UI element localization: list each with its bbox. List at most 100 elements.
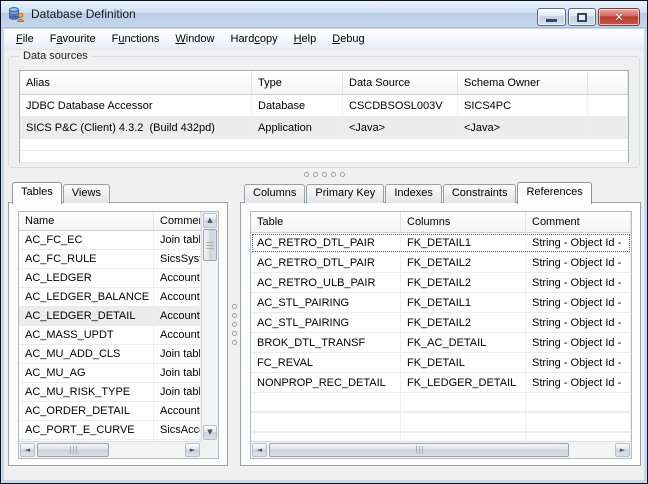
cell-table: AC_RETRO_DTL_PAIR: [251, 233, 401, 253]
cell-comment: String - Object Id -: [526, 333, 631, 353]
tab[interactable]: Columns: [244, 184, 306, 203]
column-header[interactable]: Table: [251, 212, 401, 232]
data-source-row[interactable]: SICS P&C (Client) 4.3.2 (Build 432pd) Ap…: [20, 117, 628, 139]
column-header[interactable]: Comment: [154, 212, 201, 230]
window-controls: ✕: [537, 8, 640, 26]
maximize-button[interactable]: [568, 8, 596, 26]
table-row[interactable]: AC_LEDGER_BALANCE Accountin: [19, 288, 201, 307]
horizontal-scrollbar-thumb[interactable]: [37, 443, 109, 457]
table-row[interactable]: AC_MU_AG Join table: [19, 364, 201, 383]
cell-empty: [251, 393, 401, 412]
tab[interactable]: Views: [62, 184, 110, 203]
column-header[interactable]: Data Source: [343, 71, 458, 94]
tables-list: Name Comment AC_FC_EC Join table: [18, 211, 219, 459]
cell-name: AC_MU_ADD_CLS: [19, 345, 154, 364]
cell-columns: FK_LEDGER_DETAIL: [401, 373, 526, 393]
table-row[interactable]: AC_MU_RISK_TYPE Join table: [19, 383, 201, 402]
menu-item[interactable]: Debug: [324, 30, 372, 48]
reference-row[interactable]: FC_REVAL FK_DETAIL String - Object Id -: [251, 353, 631, 373]
table-row[interactable]: AC_ORDER_DETAIL Accountin: [19, 402, 201, 421]
scroll-right-button[interactable]: ►: [615, 443, 630, 457]
scroll-right-button[interactable]: ►: [185, 443, 200, 457]
reference-row[interactable]: AC_STL_PAIRING FK_DETAIL1 String - Objec…: [251, 293, 631, 313]
tab[interactable]: Indexes: [385, 184, 442, 203]
cell-columns: FK_AC_DETAIL: [401, 333, 526, 353]
cell-comment: String - Object Id -: [526, 233, 631, 253]
horizontal-scrollbar-thumb[interactable]: [269, 443, 569, 457]
reference-row[interactable]: AC_RETRO_DTL_PAIR FK_DETAIL2 String - Ob…: [251, 253, 631, 273]
table-row[interactable]: AC_FC_RULE SicsSyste: [19, 250, 201, 269]
table-row[interactable]: AC_PORT_E_CURVE SicsAccou: [19, 421, 201, 440]
menu-item[interactable]: Window: [167, 30, 222, 48]
arrow-up-icon: ▲: [207, 216, 213, 224]
cell-empty: [526, 393, 631, 412]
menu-item[interactable]: File: [8, 30, 42, 48]
menu-item[interactable]: Favourite: [42, 30, 104, 48]
tables-list-header: Name Comment: [19, 212, 201, 231]
menu-item[interactable]: Functions: [104, 30, 168, 48]
reference-row[interactable]: AC_STL_PAIRING FK_DETAIL2 String - Objec…: [251, 313, 631, 333]
cell-name: AC_ORDER_DETAIL: [19, 402, 154, 421]
table-row[interactable]: AC_FC_EC Join table: [19, 231, 201, 250]
cell-name: AC_LEDGER_DETAIL: [19, 307, 154, 326]
titlebar: Database Definition ✕: [1, 1, 647, 28]
column-header[interactable]: Comment: [526, 212, 631, 232]
cell-name: AC_FC_RULE: [19, 250, 154, 269]
table-row[interactable]: AC_LEDGER_DETAIL Accountin: [19, 307, 201, 326]
vertical-scrollbar[interactable]: ▲ ▼: [201, 212, 218, 441]
horizontal-splitter[interactable]: [4, 168, 644, 181]
reference-row[interactable]: AC_RETRO_ULB_PAIR FK_DETAIL2 String - Ob…: [251, 273, 631, 293]
data-source-row[interactable]: JDBC Database Accessor Database CSCDBSOS…: [20, 95, 628, 117]
scroll-left-button[interactable]: ◄: [20, 443, 35, 457]
cell-comment: String - Object Id -: [526, 353, 631, 373]
right-tabs: Columns Primary Key Indexes Constraints …: [244, 182, 593, 204]
horizontal-scrollbar[interactable]: ◄ ►: [251, 441, 631, 458]
column-header[interactable]: Type: [252, 71, 343, 94]
tab[interactable]: Tables: [12, 182, 62, 204]
scroll-up-button[interactable]: ▲: [203, 213, 217, 228]
cell-schema-owner: <Java>: [458, 117, 588, 139]
app-body: File Favourite Functions Window Hardcopy…: [4, 29, 644, 480]
cell-data-source: CSCDBSOSL003V: [343, 95, 458, 117]
column-header[interactable]: Alias: [20, 71, 252, 94]
close-button[interactable]: ✕: [598, 8, 640, 26]
cell-empty: [251, 433, 401, 441]
reference-row[interactable]: NONPROP_REC_DETAIL FK_LEDGER_DETAIL Stri…: [251, 373, 631, 393]
menu-item[interactable]: Help: [286, 30, 325, 48]
column-header[interactable]: Name: [19, 212, 154, 230]
column-header[interactable]: Columns: [401, 212, 526, 232]
splitter-grip-dot: [303, 172, 309, 177]
cell-comment: Accountin: [154, 307, 201, 326]
tab[interactable]: Primary Key: [306, 184, 385, 203]
cell-table: AC_STL_PAIRING: [251, 293, 401, 313]
table-row[interactable]: AC_MASS_UPDT Accountin: [19, 326, 201, 345]
reference-row[interactable]: AC_RETRO_DTL_PAIR FK_DETAIL1 String - Ob…: [251, 233, 631, 253]
menu-item[interactable]: Hardcopy: [223, 30, 286, 48]
cell-schema-owner: SICS4PC: [458, 95, 588, 117]
scroll-down-button[interactable]: ▼: [203, 425, 217, 440]
cell-comment: String - Object Id -: [526, 253, 631, 273]
splitter-grip-dot: [231, 330, 237, 336]
reference-row[interactable]: BROK_DTL_TRANSF FK_AC_DETAIL String - Ob…: [251, 333, 631, 353]
cell-comment: Join table: [154, 345, 201, 364]
vertical-scrollbar-thumb[interactable]: [203, 229, 217, 261]
tab[interactable]: References: [517, 182, 592, 204]
column-header[interactable]: Schema Owner: [458, 71, 588, 94]
thumb-gripper: [418, 446, 420, 454]
minimize-button[interactable]: [537, 8, 566, 26]
cell-columns: FK_DETAIL2: [401, 313, 526, 333]
cell-comment: SicsAccou: [154, 421, 201, 440]
tables-list-rows: AC_FC_EC Join table AC_FC_RULE SicsSyste: [19, 231, 201, 441]
client-area: Data sources Alias Type Data Source Sche…: [4, 50, 644, 480]
window-title: Database Definition: [31, 7, 136, 21]
table-row[interactable]: AC_MU_ADD_CLS Join table: [19, 345, 201, 364]
tab[interactable]: Constraints: [442, 184, 517, 203]
empty-row: [20, 139, 628, 151]
references-tabpage: Table Columns Comment AC_RETRO_DTL_PAIR …: [240, 202, 641, 466]
horizontal-scrollbar[interactable]: ◄ ►: [19, 441, 201, 458]
scrollbar-corner: [201, 441, 218, 458]
table-row[interactable]: AC_LEDGER Accountin: [19, 269, 201, 288]
scroll-left-button[interactable]: ◄: [252, 443, 267, 457]
references-header: Table Columns Comment: [251, 212, 631, 233]
vertical-splitter[interactable]: [228, 182, 240, 466]
